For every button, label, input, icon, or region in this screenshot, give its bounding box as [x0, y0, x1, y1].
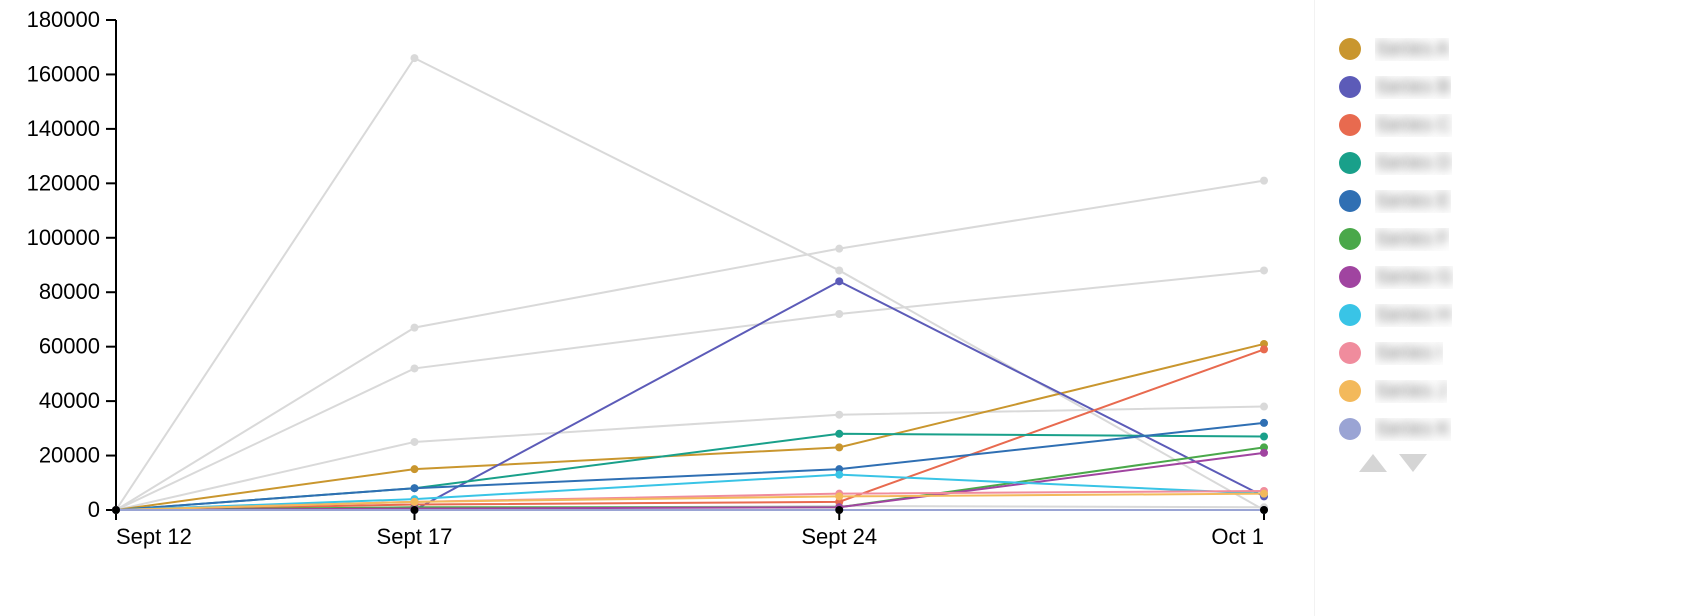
series-point — [410, 438, 418, 446]
legend-item[interactable]: Series C — [1339, 106, 1666, 144]
series-point — [835, 411, 843, 419]
x-tick: Sept 17 — [377, 510, 453, 549]
series-point — [835, 443, 843, 451]
series-point — [1260, 177, 1268, 185]
legend-label: Series F — [1375, 228, 1449, 251]
legend-swatch — [1339, 304, 1361, 326]
legend-label: Series I — [1375, 342, 1443, 365]
series-line — [116, 453, 1264, 510]
y-tick: 100000 — [27, 225, 116, 250]
series-point — [835, 266, 843, 274]
series-line — [116, 181, 1264, 510]
line-chart: 0 20000 40000 60000 80000 100000 120000 140000 1… — [0, 0, 1314, 616]
series-point — [1260, 345, 1268, 353]
series-line — [116, 447, 1264, 510]
x-tick-label: Sept 12 — [116, 524, 192, 549]
legend-label: Series B — [1375, 76, 1451, 99]
legend: Series A Series B Series C Series D Series E… — [1314, 0, 1684, 616]
legend-item[interactable]: Series I — [1339, 334, 1666, 372]
axis-marker — [112, 506, 120, 514]
legend-down-icon[interactable] — [1399, 454, 1427, 472]
y-tick: 120000 — [27, 170, 116, 195]
legend-up-icon[interactable] — [1359, 454, 1387, 472]
legend-label: Series C — [1375, 114, 1452, 137]
y-tick-label: 60000 — [39, 334, 100, 359]
y-tick-label: 0 — [88, 497, 100, 522]
series-point — [1260, 266, 1268, 274]
legend-swatch — [1339, 38, 1361, 60]
x-tick-label: Oct 1 — [1211, 524, 1264, 549]
axis-marker — [410, 506, 418, 514]
legend-item[interactable]: Series H — [1339, 296, 1666, 334]
legend-swatch — [1339, 342, 1361, 364]
y-tick: 180000 — [27, 7, 116, 32]
legend-swatch — [1339, 266, 1361, 288]
y-tick: 80000 — [39, 279, 116, 304]
series-point — [1260, 433, 1268, 441]
series-point — [410, 484, 418, 492]
y-tick-label: 140000 — [27, 116, 100, 141]
axis-marker — [1260, 506, 1268, 514]
legend-label: Series G — [1375, 266, 1453, 289]
series-point — [835, 277, 843, 285]
y-tick-label: 120000 — [27, 170, 100, 195]
legend-swatch — [1339, 76, 1361, 98]
series-point — [835, 492, 843, 500]
legend-swatch — [1339, 152, 1361, 174]
y-tick-label: 100000 — [27, 225, 100, 250]
legend-item[interactable]: Series E — [1339, 182, 1666, 220]
legend-item[interactable]: Series B — [1339, 68, 1666, 106]
legend-pager — [1339, 454, 1666, 477]
x-tick: Sept 24 — [801, 510, 877, 549]
legend-label: Series J — [1375, 380, 1447, 403]
legend-swatch — [1339, 228, 1361, 250]
series-point — [835, 430, 843, 438]
series-point — [1260, 403, 1268, 411]
y-tick: 20000 — [39, 443, 116, 468]
legend-swatch — [1339, 190, 1361, 212]
series-point — [835, 310, 843, 318]
y-tick: 140000 — [27, 116, 116, 141]
legend-item[interactable]: Series A — [1339, 30, 1666, 68]
y-tick-label: 80000 — [39, 279, 100, 304]
y-tick-label: 20000 — [39, 443, 100, 468]
x-tick-label: Sept 17 — [377, 524, 453, 549]
y-tick: 40000 — [39, 388, 116, 413]
y-tick-label: 40000 — [39, 388, 100, 413]
series-point — [1260, 490, 1268, 498]
series-point — [410, 364, 418, 372]
series-point — [835, 471, 843, 479]
legend-label: Series K — [1375, 418, 1451, 441]
y-tick: 60000 — [39, 334, 116, 359]
legend-item[interactable]: Series J — [1339, 372, 1666, 410]
series-point — [410, 54, 418, 62]
legend-label: Series E — [1375, 190, 1451, 213]
x-tick-label: Sept 24 — [801, 524, 877, 549]
series-point — [835, 245, 843, 253]
axis-marker — [835, 506, 843, 514]
series-point — [1260, 419, 1268, 427]
legend-label: Series D — [1375, 152, 1452, 175]
legend-swatch — [1339, 418, 1361, 440]
legend-swatch — [1339, 380, 1361, 402]
y-tick-label: 180000 — [27, 7, 100, 32]
plot-area: 0 20000 40000 60000 80000 100000 120000 140000 1… — [0, 0, 1314, 616]
x-tick: Oct 1 — [1211, 510, 1264, 549]
legend-label: Series A — [1375, 38, 1449, 61]
legend-swatch — [1339, 114, 1361, 136]
y-tick-label: 160000 — [27, 61, 100, 86]
legend-item[interactable]: Series D — [1339, 144, 1666, 182]
series-point — [410, 465, 418, 473]
series-point — [410, 498, 418, 506]
y-tick: 160000 — [27, 61, 116, 86]
legend-item[interactable]: Series F — [1339, 220, 1666, 258]
chart-container: 0 20000 40000 60000 80000 100000 120000 140000 1… — [0, 0, 1684, 616]
legend-item[interactable]: Series K — [1339, 410, 1666, 448]
x-tick: Sept 12 — [116, 510, 192, 549]
legend-label: Series H — [1375, 304, 1452, 327]
series-point — [1260, 449, 1268, 457]
legend-item[interactable]: Series G — [1339, 258, 1666, 296]
series-point — [410, 324, 418, 332]
